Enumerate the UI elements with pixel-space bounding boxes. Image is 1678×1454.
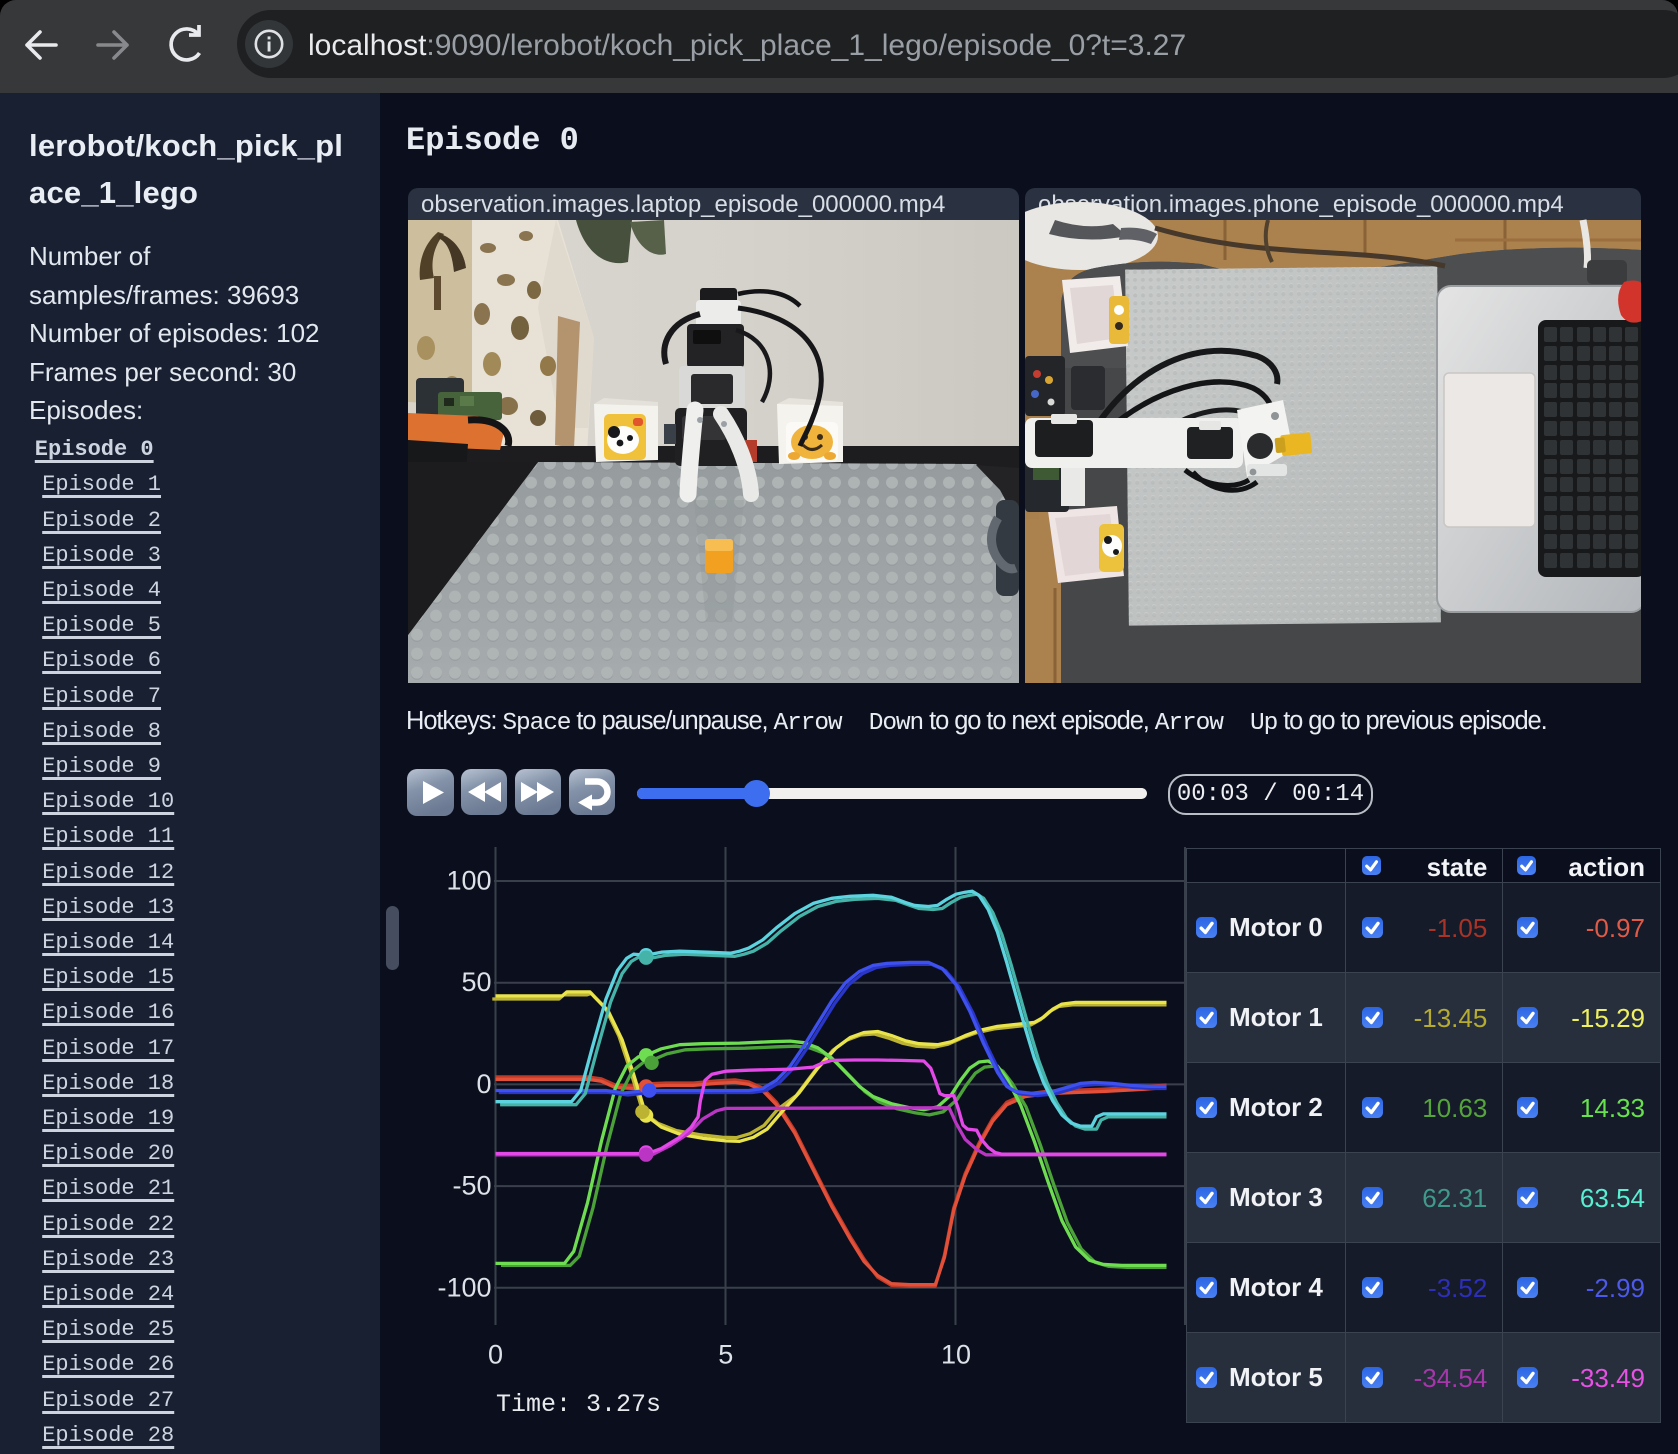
svg-text:5: 5: [718, 1340, 733, 1370]
svg-text:0: 0: [488, 1340, 503, 1370]
svg-text:observation.images.laptop_epis: observation.images.laptop_episode_000000…: [421, 191, 945, 218]
svg-text:10: 10: [941, 1340, 971, 1370]
svg-text:-50: -50: [452, 1171, 491, 1201]
svg-text:50: 50: [461, 967, 491, 997]
svg-text:-100: -100: [437, 1272, 491, 1302]
svg-text:100: 100: [446, 866, 491, 896]
svg-text:0: 0: [476, 1069, 491, 1099]
